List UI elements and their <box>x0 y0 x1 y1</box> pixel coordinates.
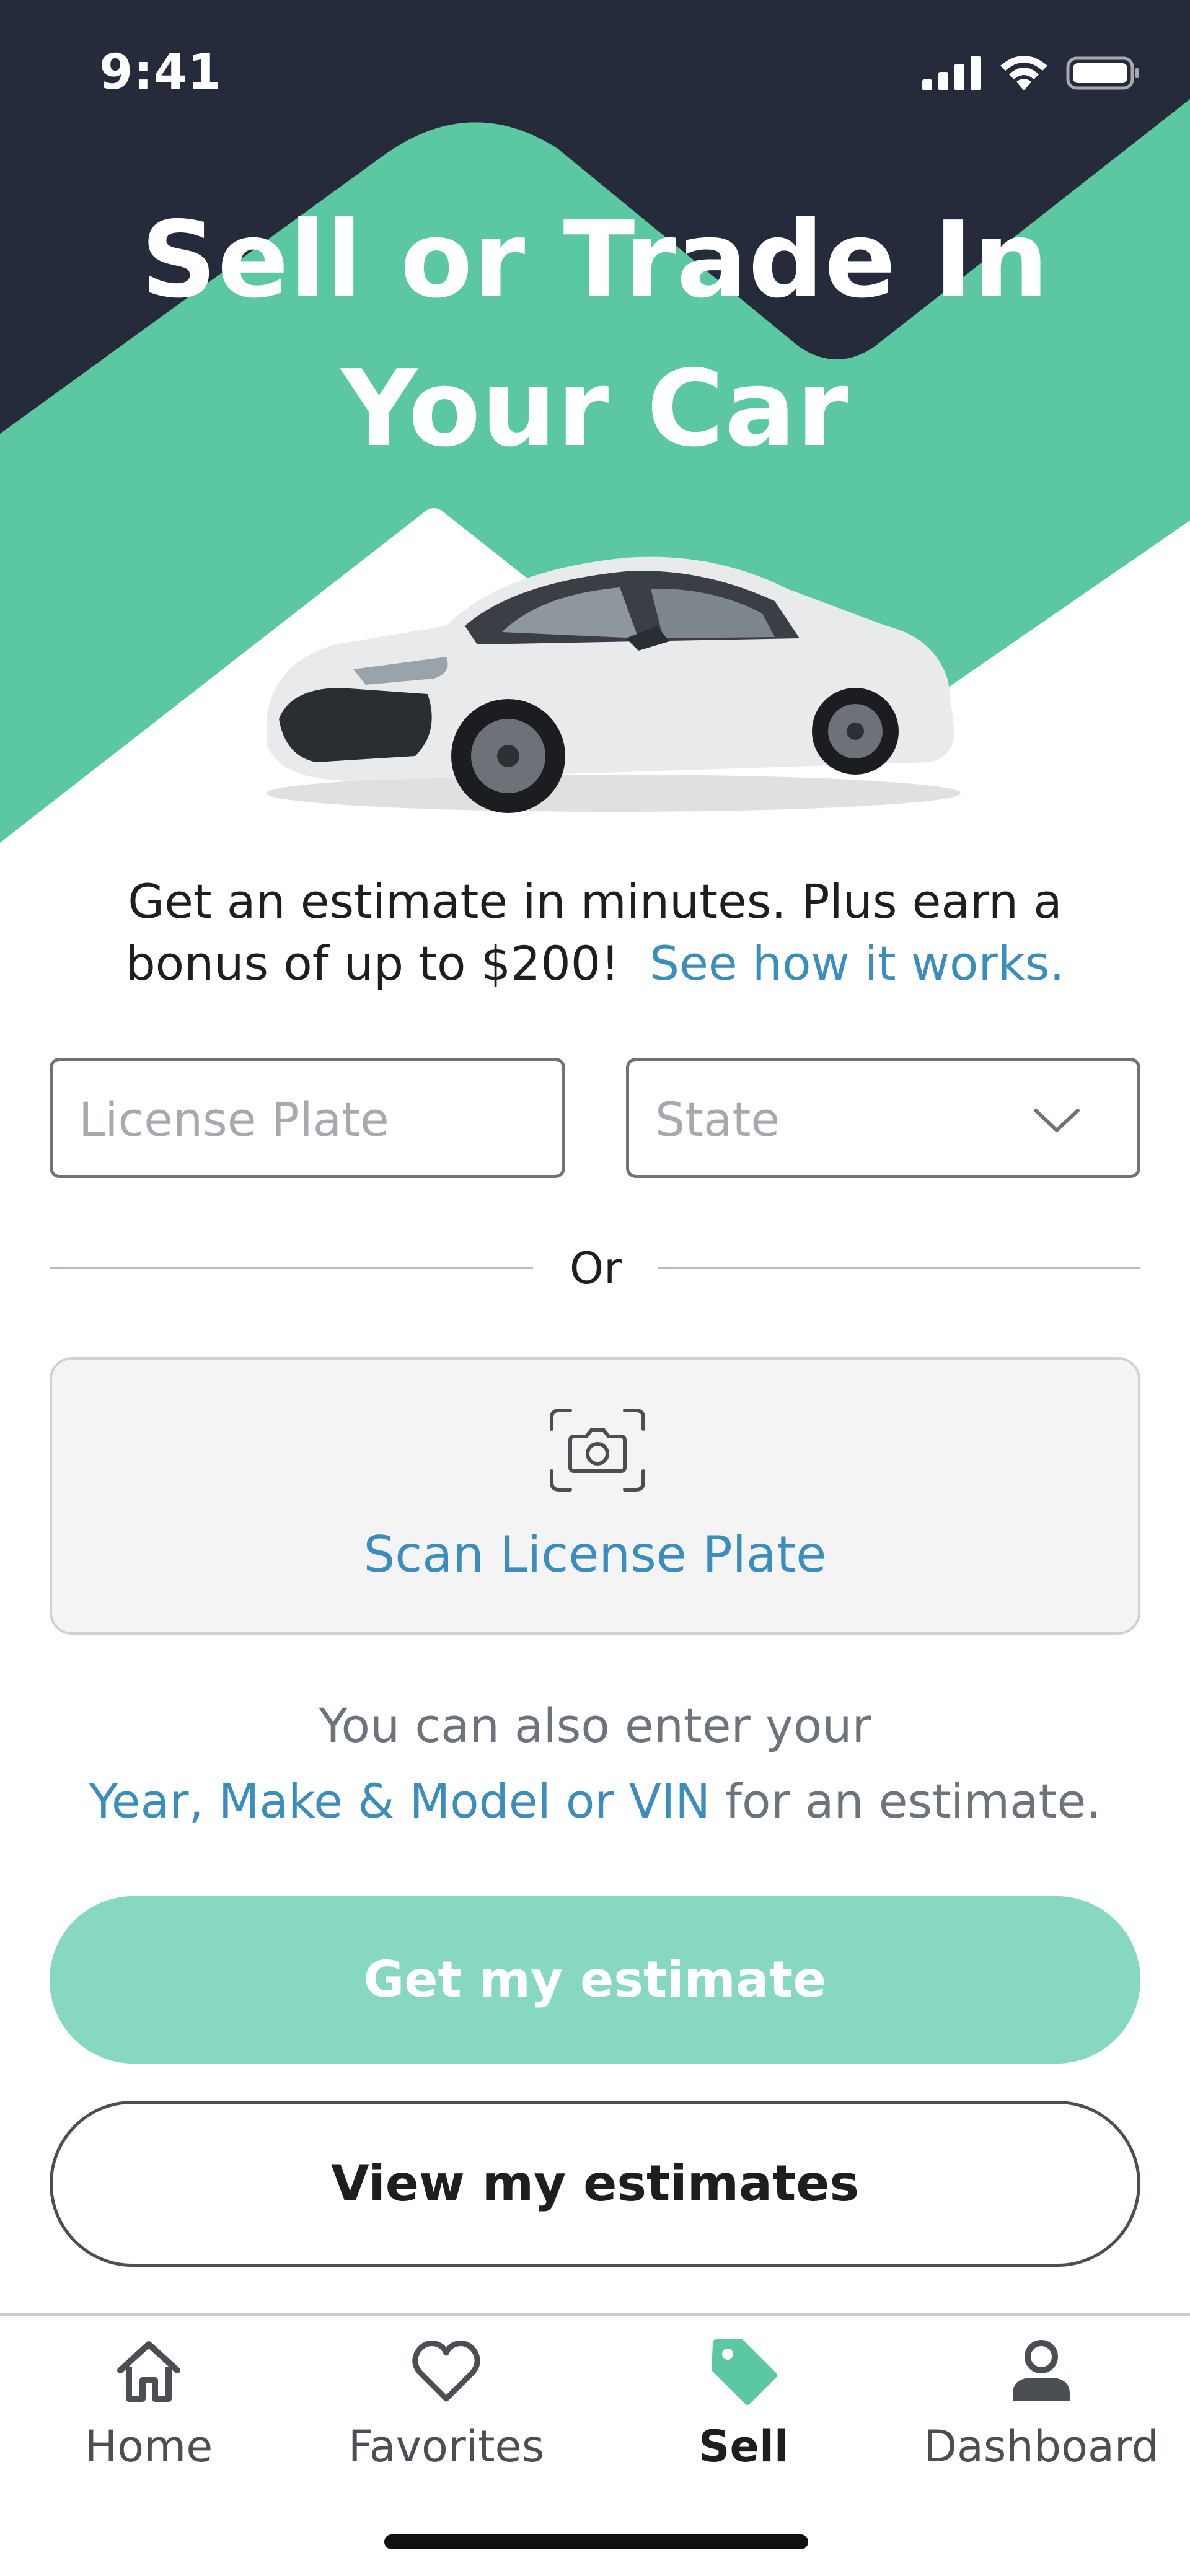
license-plate-input[interactable]: License Plate <box>50 1058 565 1178</box>
status-time: 9:41 <box>99 45 223 100</box>
tag-icon <box>712 2339 777 2405</box>
year-make-model-vin-link[interactable]: Year, Make & Model or VIN <box>89 1774 711 1829</box>
person-icon <box>1013 2340 1070 2401</box>
camera-scan-icon <box>550 1409 645 1492</box>
tab-dashboard-label: Dashboard <box>923 2421 1159 2472</box>
signal-icon <box>922 56 981 90</box>
status-icons <box>922 55 1140 92</box>
state-select[interactable]: State <box>626 1058 1140 1178</box>
tab-sell-label: Sell <box>699 2421 789 2472</box>
tab-favorites[interactable]: Favorites <box>298 2334 595 2472</box>
chevron-down-icon <box>1034 1109 1080 1132</box>
intro-line1: Get an estimate in minutes. Plus earn a <box>128 874 1062 929</box>
page-title-line2: Your Car <box>341 348 849 470</box>
heart-icon <box>412 2341 480 2402</box>
get-my-estimate-button[interactable]: Get my estimate <box>50 1896 1140 2064</box>
tab-favorites-label: Favorites <box>348 2421 545 2472</box>
intro-line2: bonus of up to $200! See how it works. <box>50 933 1140 995</box>
divider-right <box>658 1267 1140 1269</box>
view-my-estimates-button[interactable]: View my estimates <box>50 2101 1140 2267</box>
wifi-icon <box>1000 56 1047 90</box>
divider-left <box>50 1267 533 1269</box>
divider-or-text: Or <box>570 1243 622 1294</box>
status-bar: 9:41 <box>0 0 1190 149</box>
car-image <box>267 556 961 813</box>
see-how-it-works-link[interactable]: See how it works. <box>650 936 1065 991</box>
tab-home-label: Home <box>84 2421 213 2472</box>
scan-license-plate-button[interactable]: Scan License Plate <box>50 1357 1140 1635</box>
helper-text-line2: Year, Make & Model or VIN for an estimat… <box>0 1774 1190 1829</box>
tab-home[interactable]: Home <box>0 2334 298 2472</box>
license-plate-placeholder: License Plate <box>79 1092 389 1147</box>
page-title-line1: Sell or Trade In <box>141 199 1049 322</box>
helper-text-suffix: for an estimate. <box>710 1774 1101 1829</box>
page-title: Sell or Trade In Your Car <box>0 186 1190 483</box>
tab-sell[interactable]: Sell <box>595 2334 892 2472</box>
scan-license-plate-label: Scan License Plate <box>363 1526 827 1583</box>
tab-dashboard[interactable]: Dashboard <box>892 2334 1190 2472</box>
helper-text-line1: You can also enter your <box>319 1698 871 1753</box>
state-placeholder: State <box>655 1092 780 1147</box>
hero-banner: 9:41 Sell or Trade In Your Car <box>0 0 1190 855</box>
home-icon <box>117 2341 180 2402</box>
intro-line2-text: bonus of up to $200! <box>125 936 620 991</box>
home-indicator[interactable] <box>384 2534 808 2549</box>
intro-text: Get an estimate in minutes. Plus earn a … <box>50 871 1140 995</box>
battery-icon <box>1066 56 1139 90</box>
